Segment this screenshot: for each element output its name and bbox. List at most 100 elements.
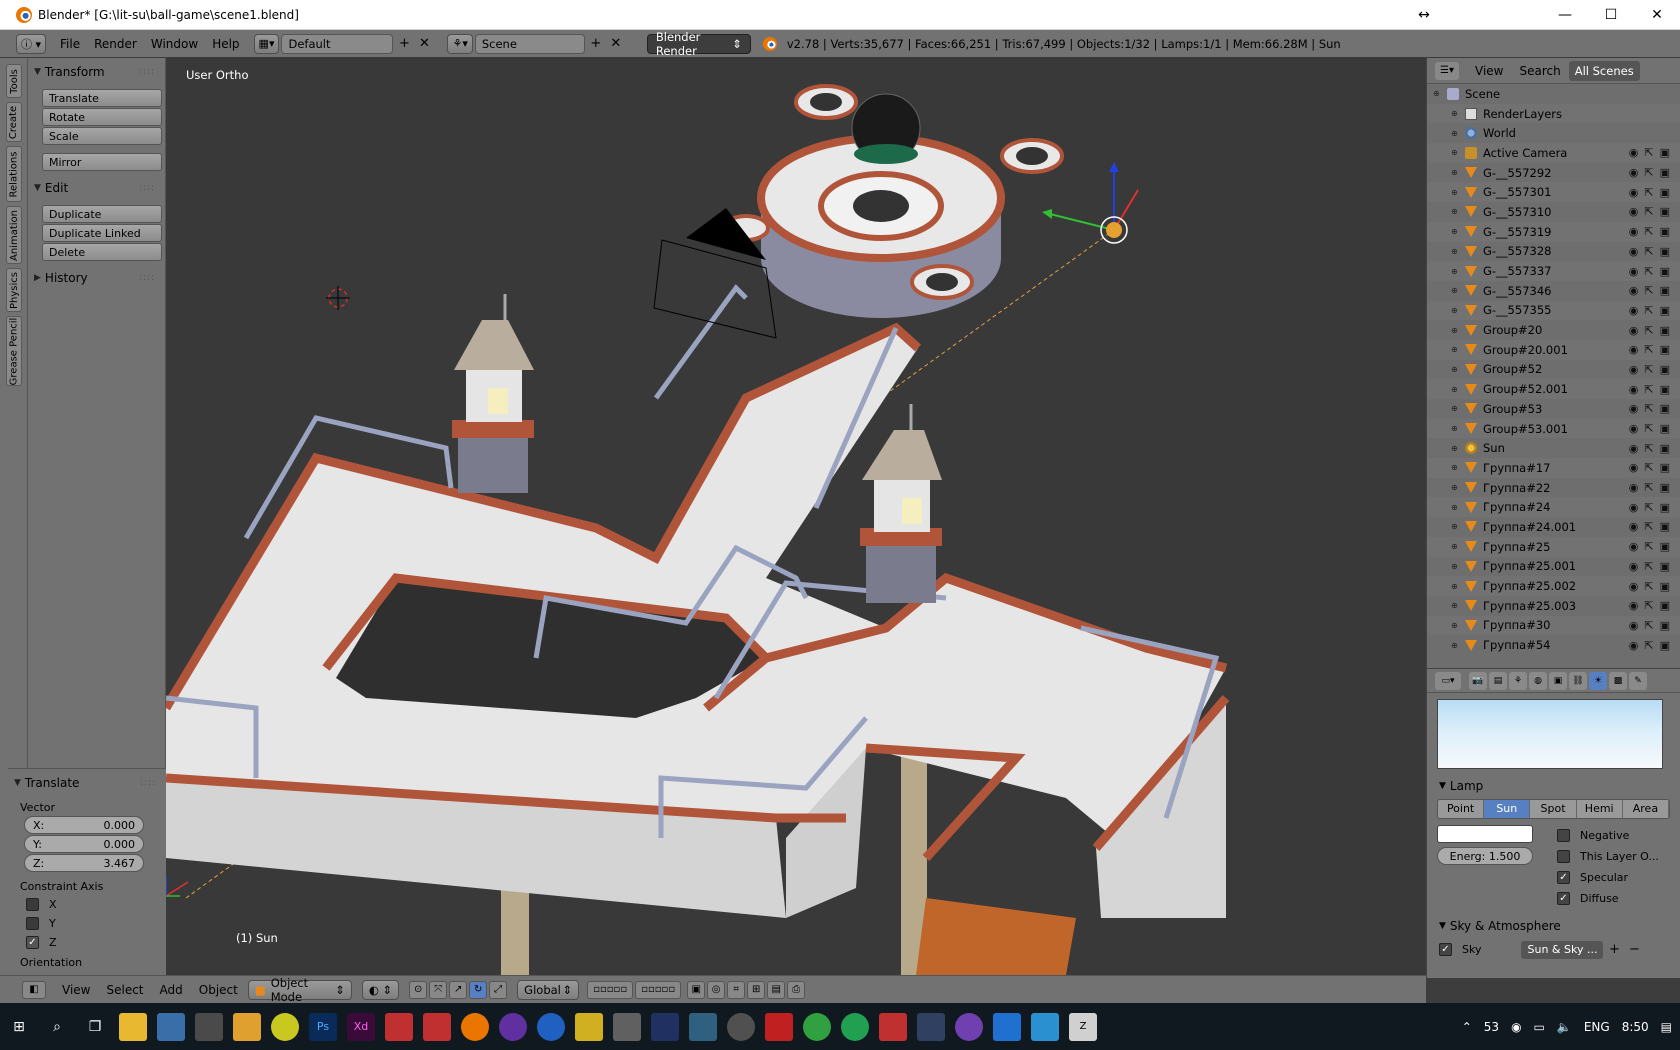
cursor-icon[interactable]: ⇱	[1644, 540, 1653, 553]
outliner-item-label[interactable]: Group#52	[1483, 362, 1542, 376]
resize-icon[interactable]: ↔	[1412, 0, 1436, 30]
screen-layout-field[interactable]: Default	[281, 33, 394, 54]
outliner-editor-icon[interactable]: ☰▾	[1435, 61, 1459, 80]
world-tab-icon[interactable]: ◍	[1529, 671, 1547, 690]
remove-scene-icon[interactable]: ✕	[607, 35, 625, 53]
filezilla-icon[interactable]	[765, 1012, 793, 1041]
outliner-item-label[interactable]: Группа#22	[1483, 481, 1550, 495]
outliner-item-label[interactable]: Группа#24.001	[1483, 520, 1576, 534]
energy-field[interactable]: Energ: 1.500	[1437, 847, 1533, 865]
camera-render-icon[interactable]: ▣	[1660, 383, 1670, 396]
cursor-icon[interactable]: ⇱	[1644, 186, 1653, 199]
blender-icon[interactable]	[461, 1012, 489, 1041]
eye-icon[interactable]: ◉	[1629, 501, 1639, 514]
eye-icon[interactable]: ◉	[1629, 422, 1639, 435]
camera-render-icon[interactable]: ▣	[1660, 501, 1670, 514]
outliner-row[interactable]: ⊕ Group#52 ◉ ⇱ ▣	[1427, 360, 1680, 380]
vector-z-field[interactable]: Z: 3.467	[24, 854, 144, 872]
outliner-row[interactable]: ⊕ Sun ◉ ⇱ ▣	[1427, 438, 1680, 458]
eye-icon[interactable]: ◉	[1629, 383, 1639, 396]
language-indicator[interactable]: ENG	[1584, 1020, 1610, 1034]
lamp-type-area[interactable]: Area	[1622, 800, 1669, 818]
eye-icon[interactable]: ◉	[1629, 245, 1639, 258]
menu-select[interactable]: Select	[106, 983, 143, 997]
outliner-item-label[interactable]: G-__557346	[1483, 284, 1551, 298]
expand-icon[interactable]: ⊕	[1451, 522, 1461, 531]
operator-panel-header[interactable]: ▼ Translate::::	[14, 773, 160, 793]
expand-icon[interactable]: ⊕	[1451, 207, 1461, 216]
eye-icon[interactable]: ◉	[1629, 619, 1639, 632]
layers-grid-icon[interactable]: ▫▫▫▫▫	[587, 980, 634, 999]
cursor-icon[interactable]: ⇱	[1644, 461, 1653, 474]
viber-tray-icon[interactable]: ◉	[1511, 1020, 1521, 1034]
layers-tab-icon[interactable]: ▤	[1489, 671, 1507, 690]
expand-icon[interactable]: ⊕	[1433, 89, 1443, 98]
lamp-type-hemi[interactable]: Hemi	[1576, 800, 1623, 818]
cursor-icon[interactable]: ⇱	[1644, 324, 1653, 337]
mail-icon[interactable]	[879, 1012, 907, 1041]
editor-type-icon[interactable]: ▭▾	[1435, 671, 1461, 690]
close-button[interactable]: ✕	[1634, 0, 1680, 30]
camera-render-icon[interactable]: ▣	[1660, 343, 1670, 356]
cursor-icon[interactable]: ⇱	[1644, 166, 1653, 179]
eye-icon[interactable]: ◉	[1629, 442, 1639, 455]
menu-view[interactable]: View	[62, 983, 90, 997]
outliner-row[interactable]: ⊕ Группа#24 ◉ ⇱ ▣	[1427, 497, 1680, 518]
camera-render-icon[interactable]: ▣	[1660, 599, 1670, 612]
app-icon[interactable]	[575, 1012, 603, 1041]
tab-tools[interactable]: Tools	[6, 64, 22, 98]
expand-icon[interactable]: ⊕	[1451, 542, 1461, 551]
network-icon[interactable]: ▭	[1534, 1020, 1545, 1034]
remove-layout-icon[interactable]: ✕	[415, 35, 433, 53]
outliner-row[interactable]: ⊕ G-__557337 ◉ ⇱ ▣	[1427, 261, 1680, 281]
volume-icon[interactable]: 🔈	[1557, 1020, 1572, 1034]
menu-window[interactable]: Window	[151, 37, 198, 51]
eye-icon[interactable]: ◉	[1629, 205, 1639, 218]
app-icon[interactable]	[917, 1012, 945, 1041]
camera-render-icon[interactable]: ▣	[1660, 422, 1670, 435]
translate-button[interactable]: Translate	[42, 89, 162, 107]
outliner-row[interactable]: ⊕ Active Camera ◉ ⇱ ▣	[1427, 143, 1680, 163]
cursor-icon[interactable]: ⇱	[1644, 205, 1653, 218]
camera-render-icon[interactable]: ▣	[1660, 304, 1670, 317]
camera-render-icon[interactable]: ▣	[1660, 442, 1670, 455]
expand-icon[interactable]: ⊕	[1451, 227, 1461, 236]
eye-icon[interactable]: ◉	[1629, 520, 1639, 533]
mirror-button[interactable]: Mirror	[42, 153, 162, 171]
outliner-row[interactable]: ⊕ Группа#54 ◉ ⇱ ▣	[1427, 635, 1680, 655]
outliner-item-label[interactable]: Group#53	[1483, 402, 1542, 416]
camera-render-icon[interactable]: ▣	[1660, 540, 1670, 553]
outliner-item-label[interactable]: Group#52.001	[1483, 382, 1568, 396]
menu-add[interactable]: Add	[160, 983, 183, 997]
notifications-icon[interactable]: ▤	[1661, 1020, 1672, 1034]
scene-tab-icon[interactable]: ⚘	[1509, 671, 1527, 690]
transform-orientation-select[interactable]: Global ⇕	[517, 979, 580, 1000]
cursor-icon[interactable]: ⇱	[1644, 402, 1653, 415]
camera-render-icon[interactable]: ▣	[1660, 225, 1670, 238]
expand-icon[interactable]: ⊕	[1451, 148, 1461, 157]
expand-icon[interactable]: ⊕	[1451, 424, 1461, 433]
outliner-item-label[interactable]: Группа#25.003	[1483, 599, 1576, 613]
constraints-tab-icon[interactable]: ⛓	[1569, 671, 1587, 690]
outliner-row[interactable]: ⊕ Group#20.001 ◉ ⇱ ▣	[1427, 339, 1680, 360]
outliner-row[interactable]: ⊕ G-__557301 ◉ ⇱ ▣	[1427, 182, 1680, 203]
tab-grease-pencil[interactable]: Grease Pencil	[6, 316, 22, 386]
cursor-icon[interactable]: ⇱	[1644, 363, 1653, 376]
vector-x-field[interactable]: X: 0.000	[24, 816, 144, 834]
lock-layers-icon[interactable]: ▣	[687, 980, 706, 999]
sky-panel-header[interactable]: ▼ Sky & Atmosphere	[1427, 915, 1680, 937]
viber-icon[interactable]	[955, 1012, 983, 1041]
file-explorer-icon[interactable]	[119, 1012, 147, 1041]
eye-icon[interactable]: ◉	[1629, 599, 1639, 612]
start-icon[interactable]: ⊞	[5, 1013, 33, 1041]
camera-render-icon[interactable]: ▣	[1660, 520, 1670, 533]
outliner-row[interactable]: ⊕ G-__557310 ◉ ⇱ ▣	[1427, 202, 1680, 222]
menu-file[interactable]: File	[60, 37, 80, 51]
render-tab-icon[interactable]: 📷	[1469, 671, 1487, 690]
outliner-row[interactable]: ⊕ G-__557319 ◉ ⇱ ▣	[1427, 221, 1680, 242]
outliner-item-label[interactable]: G-__557337	[1483, 264, 1551, 278]
cursor-icon[interactable]: ⇱	[1644, 245, 1653, 258]
cursor-icon[interactable]: ⇱	[1644, 146, 1653, 159]
outliner-row[interactable]: ⊕ Group#53 ◉ ⇱ ▣	[1427, 399, 1680, 419]
expand-icon[interactable]: ⊕	[1451, 188, 1461, 197]
